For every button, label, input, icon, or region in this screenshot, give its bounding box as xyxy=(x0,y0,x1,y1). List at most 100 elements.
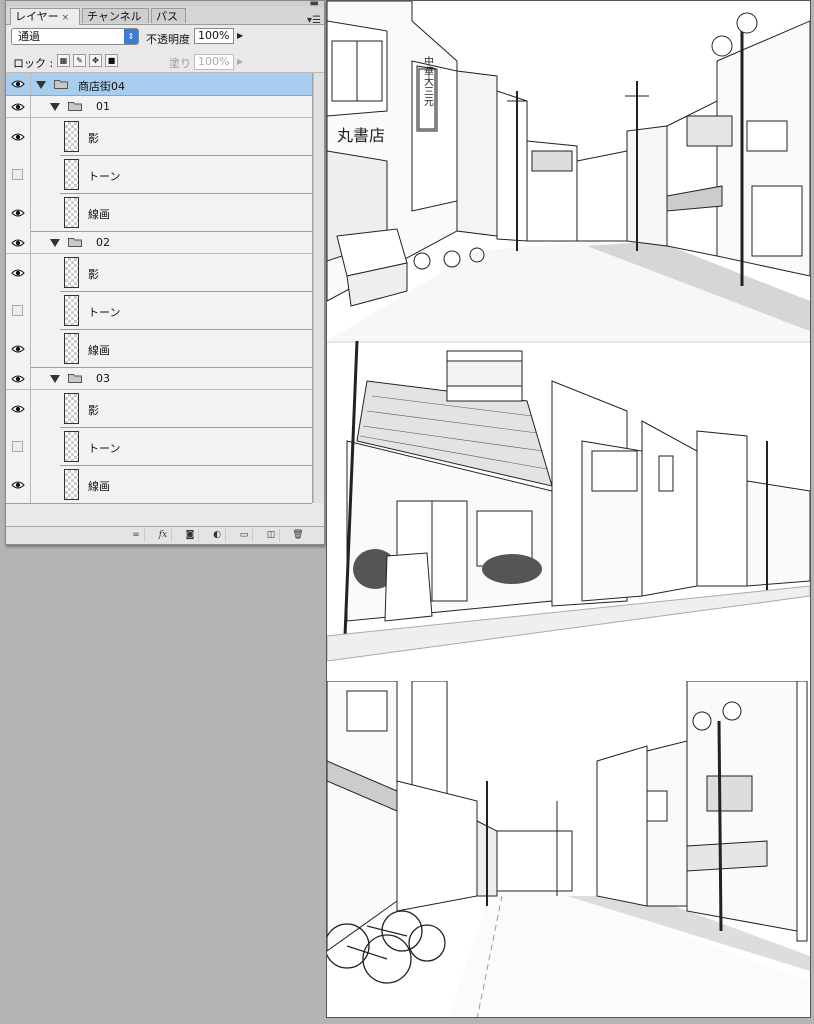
folder-icon xyxy=(68,102,82,111)
mask-icon[interactable]: ◙ xyxy=(182,529,199,542)
layer-thumbnail xyxy=(64,469,79,500)
layer-row[interactable]: 線画 xyxy=(6,194,312,232)
lock-transparent-icon[interactable]: ▦ xyxy=(57,54,70,67)
hidden-eye-box xyxy=(12,441,23,452)
layer-name: 線画 xyxy=(88,208,110,221)
layer-row-group[interactable]: 02 xyxy=(6,232,312,254)
opacity-label: 不透明度 : xyxy=(146,33,198,46)
visibility-toggle[interactable] xyxy=(6,232,31,253)
visibility-toggle[interactable] xyxy=(6,156,31,194)
layer-row[interactable]: トーン xyxy=(6,428,312,466)
tab-layers-label: レイヤー xyxy=(15,10,59,23)
visibility-toggle[interactable] xyxy=(6,390,31,428)
panel-menu-icon[interactable]: ▾☰ xyxy=(307,15,321,26)
expand-triangle-icon[interactable] xyxy=(50,239,60,247)
layer-row-group[interactable]: 01 xyxy=(6,96,312,118)
eye-icon xyxy=(11,133,25,141)
fill-input[interactable]: 100% xyxy=(194,54,234,70)
layer-name: 線画 xyxy=(88,480,110,493)
layer-row[interactable]: 影 xyxy=(6,254,312,292)
panel-tab-bar: レイヤー × チャンネル パス ▾☰ xyxy=(6,7,324,26)
lock-image-icon[interactable]: ✎ xyxy=(73,54,86,67)
layer-thumbnail xyxy=(64,159,79,190)
select-arrows-icon: ⇕ xyxy=(124,29,138,44)
new-group-icon[interactable]: ▭ xyxy=(236,529,253,542)
tab-channels-label: チャンネル xyxy=(87,10,142,23)
tab-channels[interactable]: チャンネル xyxy=(82,8,149,23)
visibility-toggle[interactable] xyxy=(6,330,31,368)
tab-layers[interactable]: レイヤー × xyxy=(10,8,80,25)
lock-row: ロック : ▦ ✎ ✥ ■ 塗り : 100% ▶ xyxy=(6,52,324,73)
document-canvas[interactable]: 中華大三元 丸書店 xyxy=(326,0,811,1018)
layer-name: 影 xyxy=(88,404,99,417)
manga-panel-1: 中華大三元 丸書店 xyxy=(327,1,810,341)
tab-paths[interactable]: パス xyxy=(151,8,186,23)
eye-icon xyxy=(11,209,25,217)
visibility-toggle[interactable] xyxy=(6,194,31,232)
layer-row[interactable]: 影 xyxy=(6,118,312,156)
tab-paths-label: パス xyxy=(156,10,178,23)
layer-name: トーン xyxy=(88,170,121,183)
layer-row-group[interactable]: 商店街04 xyxy=(6,73,312,96)
layer-row[interactable]: 線画 xyxy=(6,330,312,368)
layer-row[interactable]: 線画 xyxy=(6,466,312,504)
expand-triangle-icon[interactable] xyxy=(36,81,46,89)
canvas-sign-bookstore: 丸書店 xyxy=(337,126,385,145)
visibility-toggle[interactable] xyxy=(6,292,31,330)
layer-list-scrollbar[interactable] xyxy=(313,73,324,503)
layer-thumbnail xyxy=(64,197,79,228)
expand-triangle-icon[interactable] xyxy=(50,375,60,383)
layer-name: 03 xyxy=(96,372,110,385)
link-icon[interactable]: ∞ xyxy=(128,529,145,542)
layer-row[interactable]: 影 xyxy=(6,390,312,428)
visibility-toggle[interactable] xyxy=(6,96,31,117)
layer-row[interactable]: トーン xyxy=(6,156,312,194)
visibility-toggle[interactable] xyxy=(6,466,31,504)
trash-icon[interactable]: 🗑 xyxy=(290,529,306,542)
layer-thumbnail xyxy=(64,121,79,152)
layer-name: 影 xyxy=(88,268,99,281)
folder-icon xyxy=(54,80,68,89)
fx-icon[interactable]: fx xyxy=(155,529,172,542)
eye-icon xyxy=(11,80,25,88)
adjustment-icon[interactable]: ◐ xyxy=(209,529,226,542)
blend-row: 通過 ⇕ 不透明度 : 100% ▶ xyxy=(6,27,324,49)
canvas-sign-chinese: 中華大三元 xyxy=(422,55,434,106)
layer-row[interactable]: トーン xyxy=(6,292,312,330)
layer-row-group[interactable]: 03 xyxy=(6,368,312,390)
new-layer-icon[interactable]: ◫ xyxy=(263,529,280,542)
close-tab-icon[interactable]: × xyxy=(62,13,70,23)
lock-position-icon[interactable]: ✥ xyxy=(89,54,102,67)
hidden-eye-box xyxy=(12,169,23,180)
visibility-toggle[interactable] xyxy=(6,73,31,95)
layer-name: 商店街04 xyxy=(78,80,125,93)
row-divider xyxy=(6,503,312,504)
eye-icon xyxy=(11,345,25,353)
opacity-slider-icon[interactable]: ▶ xyxy=(237,31,243,40)
manga-panel-2 xyxy=(327,341,810,681)
layer-name: 02 xyxy=(96,236,110,249)
layer-name: トーン xyxy=(88,442,121,455)
visibility-toggle[interactable] xyxy=(6,118,31,156)
blend-mode-select[interactable]: 通過 ⇕ xyxy=(11,28,139,45)
eye-icon xyxy=(11,103,25,111)
layer-thumbnail xyxy=(64,333,79,364)
visibility-toggle[interactable] xyxy=(6,254,31,292)
layer-name: 01 xyxy=(96,100,110,113)
expand-triangle-icon[interactable] xyxy=(50,103,60,111)
eye-icon xyxy=(11,375,25,383)
visibility-toggle[interactable] xyxy=(6,428,31,466)
lock-all-icon[interactable]: ■ xyxy=(105,54,118,67)
hidden-eye-box xyxy=(12,305,23,316)
opacity-input[interactable]: 100% xyxy=(194,28,234,44)
layer-name: 線画 xyxy=(88,344,110,357)
layer-list: 商店街04 01 影 トーン 線画 02 影 トーン 線画 03 影 トーン 線… xyxy=(6,73,313,504)
eye-icon xyxy=(11,481,25,489)
layer-thumbnail xyxy=(64,431,79,462)
layer-thumbnail xyxy=(64,295,79,326)
panel-bottom-toolbar: ∞ fx ◙ ◐ ▭ ◫ 🗑 xyxy=(6,526,324,544)
layers-panel: ▬ レイヤー × チャンネル パス ▾☰ 通過 ⇕ 不透明度 : 100% ▶ ロ… xyxy=(5,0,325,545)
visibility-toggle[interactable] xyxy=(6,368,31,389)
fill-slider-icon[interactable]: ▶ xyxy=(237,57,243,66)
layer-name: 影 xyxy=(88,132,99,145)
